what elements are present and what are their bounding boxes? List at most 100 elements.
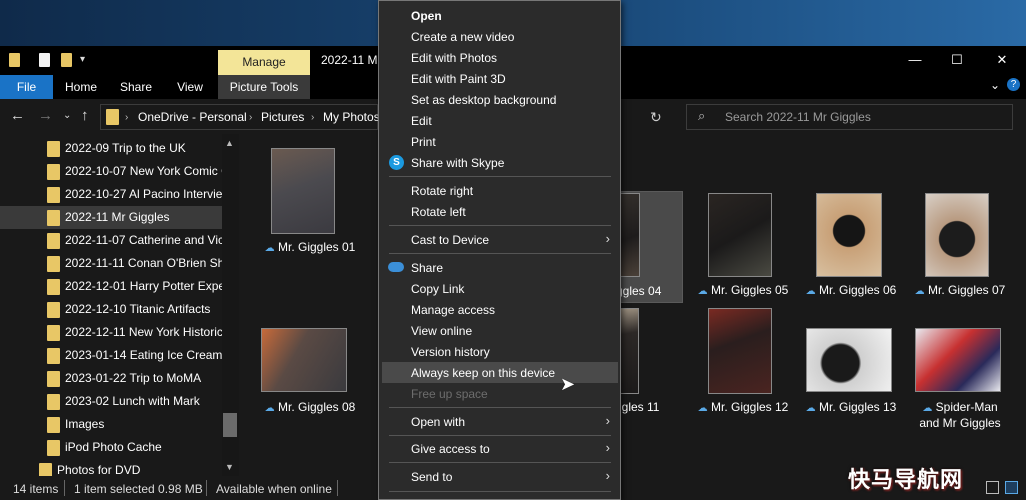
nav-item[interactable]: 2023-01-22 Trip to MoMA — [0, 367, 222, 390]
nav-item-label: 2022-12-01 Harry Potter Experience — [65, 279, 222, 293]
nav-item[interactable]: 2022-10-07 New York Comic Con — [0, 160, 222, 183]
maximize-button[interactable]: ☐ — [947, 50, 967, 70]
menu-item-version-history[interactable]: Version history — [382, 341, 618, 362]
photo-thumbnail — [915, 328, 1001, 392]
nav-item-selected[interactable]: 2022-11 Mr Giggles — [0, 206, 222, 229]
breadcrumb-pictures[interactable]: Pictures — [261, 110, 304, 124]
folder-icon — [47, 325, 60, 341]
tab-picture-tools[interactable]: Picture Tools — [218, 75, 310, 99]
nav-item-label: iPod Photo Cache — [65, 440, 162, 454]
file-tile[interactable]: ☁ Mr. Giggles 13 — [798, 308, 904, 420]
folder-icon — [106, 109, 119, 125]
menu-separator — [389, 462, 611, 463]
file-name: Mr. Giggles 12 — [710, 400, 789, 414]
nav-scrollbar[interactable]: ▲ ▼ — [222, 134, 239, 476]
nav-item[interactable]: 2023-02 Lunch with Mark — [0, 390, 222, 413]
chevron-right-icon: › — [605, 413, 610, 428]
nav-item[interactable]: 2022-11-07 Catherine and Vic — [0, 229, 222, 252]
refresh-icon[interactable]: ↻ — [650, 109, 662, 126]
nav-item-label: 2022-11 Mr Giggles — [65, 210, 170, 224]
cloud-icon: ☁ — [805, 403, 816, 414]
menu-item-share[interactable]: Share — [382, 257, 618, 278]
menu-item-set-desktop-background[interactable]: Set as desktop background — [382, 89, 618, 110]
nav-item[interactable]: 2023-01-14 Eating Ice Cream — [0, 344, 222, 367]
up-icon[interactable]: ↑ — [81, 107, 89, 124]
search-input[interactable]: ⌕ Search 2022-11 Mr Giggles — [686, 104, 1013, 130]
menu-item-rotate-right[interactable]: Rotate right — [382, 180, 618, 201]
nav-item[interactable]: 2022-09 Trip to the UK — [0, 137, 222, 160]
menu-item-open[interactable]: Open — [382, 5, 618, 26]
menu-item-copy-link[interactable]: Copy Link — [382, 278, 618, 299]
tab-share[interactable]: Share — [111, 75, 161, 99]
nav-item-label: 2023-01-14 Eating Ice Cream — [65, 348, 222, 362]
scroll-thumb[interactable] — [223, 413, 237, 437]
chevron-right-icon: › — [605, 440, 610, 455]
minimize-button[interactable]: — — [905, 50, 925, 70]
tab-home[interactable]: Home — [55, 75, 107, 99]
nav-item[interactable]: 2022-12-01 Harry Potter Experience — [0, 275, 222, 298]
chevron-down-icon[interactable]: ⌄ — [990, 78, 1000, 92]
file-tile[interactable]: ☁ Mr. Giggles 05 — [690, 191, 796, 303]
nav-item[interactable]: iPod Photo Cache — [0, 436, 222, 459]
breadcrumb-separator: › — [249, 112, 253, 123]
tab-view[interactable]: View — [165, 75, 215, 99]
nav-item[interactable]: Images — [0, 413, 222, 436]
recent-locations-icon[interactable]: ⌄ — [63, 110, 71, 121]
scroll-down-icon[interactable]: ▼ — [225, 462, 234, 472]
menu-item-print[interactable]: Print — [382, 131, 618, 152]
forward-icon[interactable]: → — [38, 107, 53, 124]
help-icon[interactable]: ? — [1007, 78, 1020, 91]
menu-item-manage-access[interactable]: Manage access — [382, 299, 618, 320]
breadcrumb-separator: › — [125, 112, 129, 123]
breadcrumb-onedrive[interactable]: OneDrive - Personal — [138, 110, 247, 124]
menu-item-open-with[interactable]: Open with › — [382, 411, 618, 432]
scroll-up-icon[interactable]: ▲ — [225, 138, 234, 148]
selection-info: 1 item selected 0.98 MB — [74, 482, 203, 496]
menu-item-rotate-left[interactable]: Rotate left — [382, 201, 618, 222]
menu-item-give-access-to[interactable]: Give access to › — [382, 438, 618, 459]
customize-toolbar-icon[interactable]: ▾ — [80, 54, 85, 65]
file-tile[interactable]: ☁ Mr. Giggles 07 — [907, 191, 1013, 303]
details-view-icon[interactable] — [986, 481, 999, 494]
new-folder-icon[interactable] — [61, 53, 72, 67]
file-tile[interactable]: ☁ Mr. Giggles 01 — [257, 148, 363, 260]
search-placeholder: Search 2022-11 Mr Giggles — [725, 110, 871, 124]
menu-item-view-online[interactable]: View online — [382, 320, 618, 341]
file-label: ☁ Mr. Giggles 07 — [907, 283, 1013, 299]
menu-item-edit-with-paint3d[interactable]: Edit with Paint 3D — [382, 68, 618, 89]
menu-item-send-to[interactable]: Send to › — [382, 466, 618, 487]
file-tile[interactable]: ☁ Mr. Giggles 12 — [690, 308, 796, 420]
menu-item-edit[interactable]: Edit — [382, 110, 618, 131]
file-name: Mr. Giggles 08 — [277, 400, 356, 414]
close-button[interactable]: ✕ — [992, 50, 1012, 70]
nav-item[interactable]: 2022-11-11 Conan O'Brien Show — [0, 252, 222, 275]
menu-item-create-video[interactable]: Create a new video — [382, 26, 618, 47]
nav-item[interactable]: Photos for DVD — [0, 459, 222, 476]
menu-item-share-with-skype[interactable]: S Share with Skype — [382, 152, 618, 173]
skype-icon: S — [389, 155, 404, 170]
breadcrumb-my-photos[interactable]: My Photos — [323, 110, 380, 124]
nav-item[interactable]: 2022-12-10 Titanic Artifacts — [0, 298, 222, 321]
menu-item-edit-with-photos[interactable]: Edit with Photos — [382, 47, 618, 68]
chevron-right-icon: › — [605, 468, 610, 483]
address-bar[interactable]: › OneDrive - Personal › Pictures › My Ph… — [100, 104, 380, 130]
menu-item-cast-to-device[interactable]: Cast to Device › — [382, 229, 618, 250]
file-tile[interactable]: ☁ Mr. Giggles 08 — [257, 308, 363, 420]
back-icon[interactable]: ← — [10, 107, 25, 124]
folder-icon — [47, 187, 60, 203]
nav-item[interactable]: 2022-12-11 New York Historical — [0, 321, 222, 344]
nav-item-label: 2022-12-11 New York Historical — [65, 325, 222, 339]
folder-icon — [47, 279, 60, 295]
file-tile[interactable]: ☁ Mr. Giggles 06 — [798, 191, 904, 303]
availability-status: Available when online — [216, 482, 332, 496]
status-divider — [206, 480, 207, 496]
tab-file[interactable]: File — [0, 75, 53, 99]
properties-icon[interactable] — [39, 53, 50, 67]
file-label: ☁ Mr. Giggles 05 — [690, 283, 796, 299]
nav-item[interactable]: 2022-10-27 Al Pacino Interview — [0, 183, 222, 206]
file-tile[interactable]: ☁ Spider-Man and Mr Giggles — [907, 308, 1013, 430]
large-icons-view-icon[interactable] — [1005, 481, 1018, 494]
menu-item-always-keep-on-device[interactable]: Always keep on this device — [382, 362, 618, 383]
tab-manage[interactable]: Manage — [218, 50, 310, 75]
onedrive-icon — [388, 262, 404, 272]
